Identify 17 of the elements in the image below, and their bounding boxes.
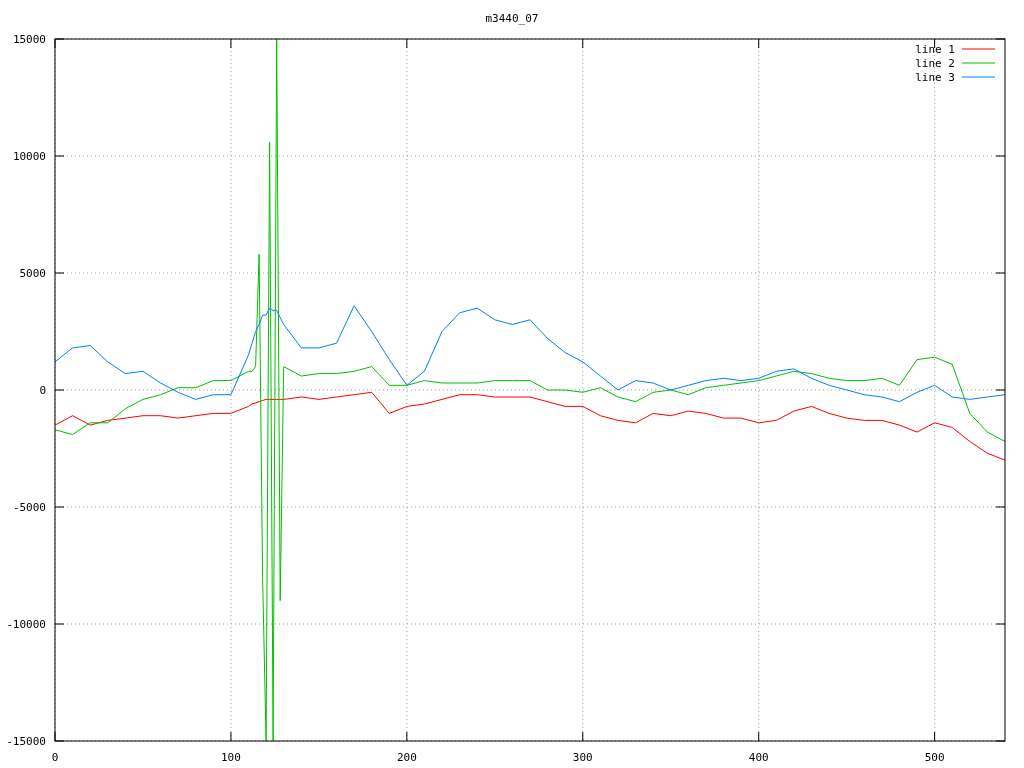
axis-tick-label: -5000 [12,501,46,514]
legend-label: line 1 [915,43,955,56]
axis-tick-label: 0 [39,384,46,397]
axis-tick-label: 0 [51,751,59,764]
axis-tick-label: 100 [221,751,241,764]
axis-tick-label: 5000 [19,267,46,280]
legend-label: line 2 [915,57,955,70]
axis-tick-label: -15000 [6,735,46,748]
axis-tick-label: 10000 [12,150,46,163]
axis-tick-label: -10000 [6,618,46,631]
legend-label: line 3 [915,71,955,84]
axis-tick-label: 15000 [12,33,46,46]
axis-tick-label: 200 [396,751,417,764]
axis-tick-label: 300 [572,751,593,764]
axis-tick-label: 400 [748,751,769,764]
chart-title: m3440_07 [485,12,539,25]
axis-tick-label: 500 [924,751,945,764]
